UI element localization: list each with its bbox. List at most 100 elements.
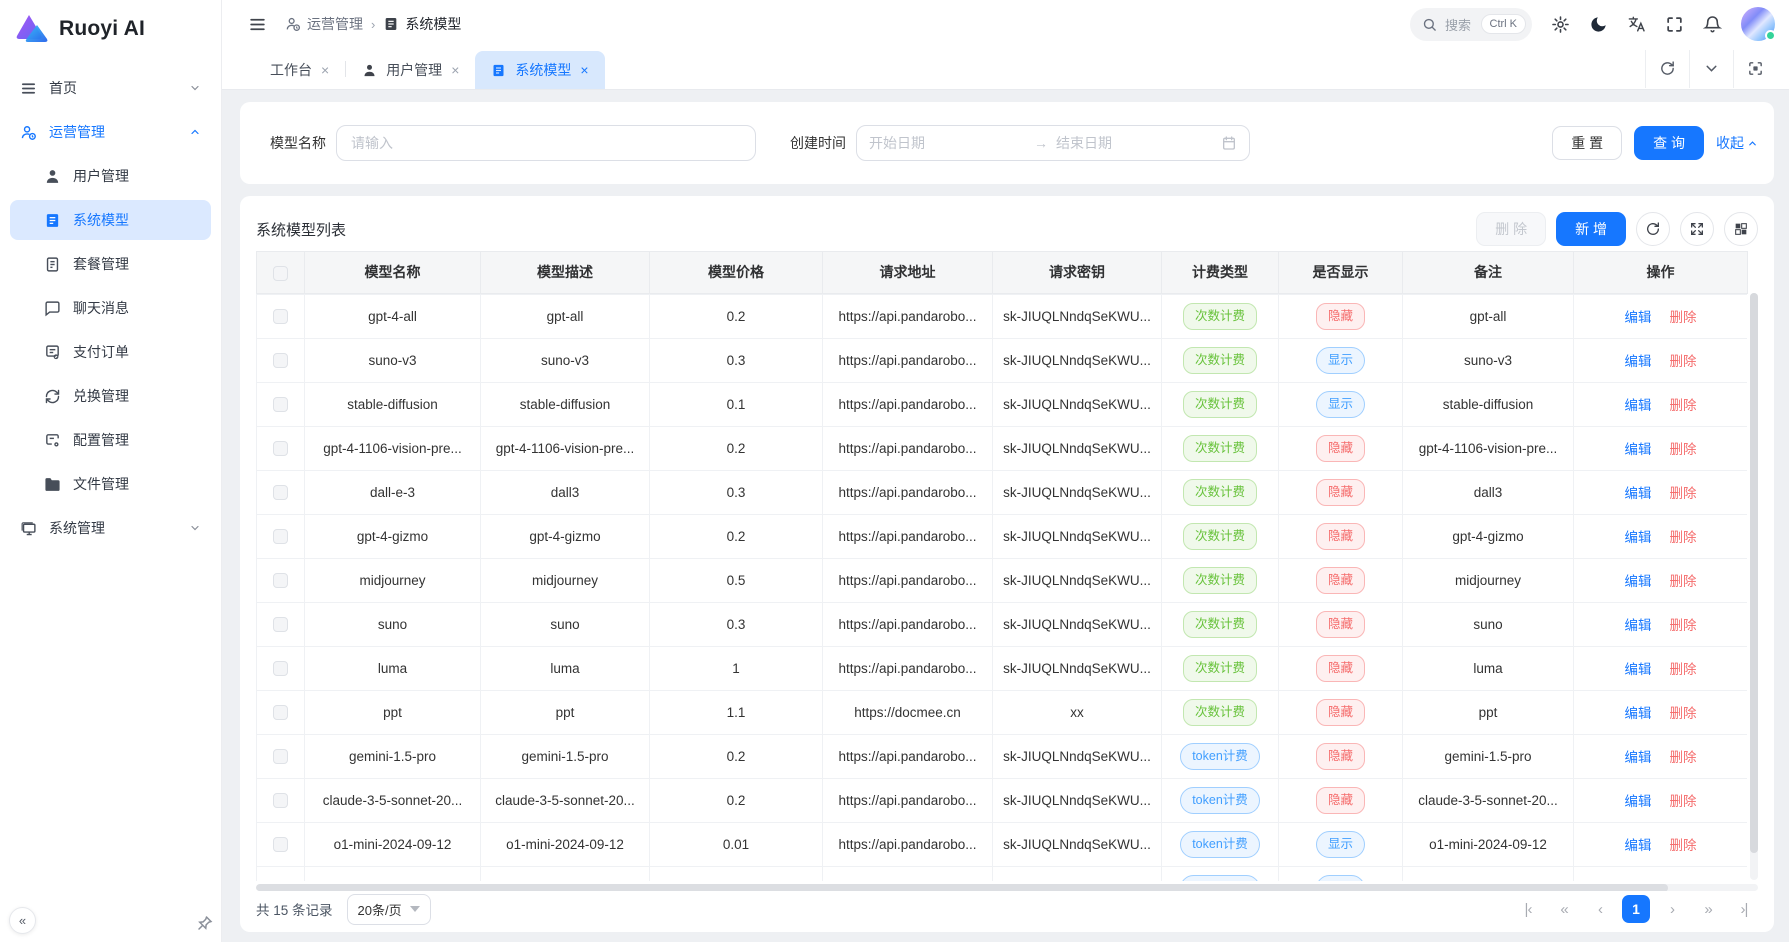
refresh-icon[interactable] — [1659, 60, 1676, 77]
vertical-scrollbar-thumb[interactable] — [1750, 293, 1758, 853]
delete-link[interactable]: 删除 — [1670, 750, 1697, 765]
delete-link[interactable]: 删除 — [1670, 794, 1697, 809]
sidebar-item-operations[interactable]: 运营管理 — [10, 112, 211, 152]
fast-next-button[interactable]: » — [1694, 895, 1722, 923]
delete-link[interactable]: 删除 — [1670, 662, 1697, 677]
close-icon[interactable]: × — [321, 63, 329, 77]
sidebar-item-file-management[interactable]: 文件管理 — [10, 464, 211, 504]
row-checkbox[interactable] — [273, 529, 288, 544]
row-checkbox[interactable] — [273, 397, 288, 412]
prev-page-button[interactable]: ‹ — [1586, 895, 1614, 923]
edit-link[interactable]: 编辑 — [1625, 310, 1652, 325]
collapse-sidebar-icon[interactable] — [248, 15, 267, 34]
global-search[interactable]: 搜索 Ctrl K — [1410, 8, 1532, 41]
model-name-input[interactable] — [336, 125, 756, 161]
row-checkbox[interactable] — [273, 485, 288, 500]
sidebar-item-system-model[interactable]: 系统模型 — [10, 200, 211, 240]
delete-link[interactable]: 删除 — [1670, 486, 1697, 501]
fast-prev-button[interactable]: « — [1550, 895, 1578, 923]
pin-icon[interactable] — [196, 914, 214, 932]
cell-billing-type: token计费 — [1162, 866, 1279, 881]
edit-link[interactable]: 编辑 — [1625, 530, 1652, 545]
row-checkbox[interactable] — [273, 309, 288, 324]
sidebar-item-home[interactable]: 首页 — [10, 68, 211, 108]
table-fullscreen-icon[interactable] — [1680, 212, 1714, 246]
sidebar-collapse-fab[interactable]: « — [9, 907, 36, 934]
page-size-select[interactable]: 20条/页 — [347, 894, 431, 925]
dark-mode-moon-icon[interactable] — [1589, 15, 1608, 34]
first-page-button[interactable]: |‹ — [1514, 895, 1542, 923]
add-button[interactable]: 新 增 — [1556, 212, 1626, 246]
breadcrumb-parent[interactable]: 运营管理 — [285, 14, 363, 34]
last-page-button[interactable]: ›| — [1730, 895, 1758, 923]
row-checkbox[interactable] — [273, 837, 288, 852]
tab-system-model[interactable]: 系统模型 × — [475, 51, 604, 89]
sidebar-item-config-management[interactable]: 配置管理 — [10, 420, 211, 460]
horizontal-scrollbar[interactable] — [256, 884, 1758, 891]
edit-link[interactable]: 编辑 — [1625, 706, 1652, 721]
horizontal-scrollbar-thumb[interactable] — [256, 884, 1668, 891]
batch-delete-button[interactable]: 删 除 — [1476, 212, 1546, 246]
delete-link[interactable]: 删除 — [1670, 442, 1697, 457]
sidebar-item-chat-messages[interactable]: 聊天消息 — [10, 288, 211, 328]
cell-model-desc: gemini-1.5-pro — [481, 734, 650, 778]
select-all-checkbox[interactable] — [273, 266, 288, 281]
sidebar-item-system-management[interactable]: 系统管理 — [10, 508, 211, 548]
row-checkbox[interactable] — [273, 749, 288, 764]
reset-button[interactable]: 重 置 — [1552, 126, 1622, 160]
edit-link[interactable]: 编辑 — [1625, 442, 1652, 457]
content-fullscreen-icon[interactable] — [1747, 60, 1764, 77]
delete-link[interactable]: 删除 — [1670, 398, 1697, 413]
cell-display-status: 隐藏 — [1279, 558, 1403, 602]
edit-link[interactable]: 编辑 — [1625, 398, 1652, 413]
row-checkbox[interactable] — [273, 353, 288, 368]
close-icon[interactable]: × — [580, 63, 588, 77]
tab-user-management[interactable]: 用户管理 × — [346, 51, 475, 89]
next-page-button[interactable]: › — [1658, 895, 1686, 923]
delete-link[interactable]: 删除 — [1670, 838, 1697, 853]
row-checkbox[interactable] — [273, 705, 288, 720]
fullscreen-icon[interactable] — [1665, 15, 1684, 34]
table-refresh-icon[interactable] — [1636, 212, 1670, 246]
row-checkbox[interactable] — [273, 793, 288, 808]
row-checkbox[interactable] — [273, 617, 288, 632]
sidebar-item-payment-orders[interactable]: 支付订单 — [10, 332, 211, 372]
delete-link[interactable]: 删除 — [1670, 310, 1697, 325]
edit-link[interactable]: 编辑 — [1625, 618, 1652, 633]
delete-link[interactable]: 删除 — [1670, 618, 1697, 633]
chevron-down-icon[interactable] — [1703, 60, 1720, 77]
language-translate-icon[interactable] — [1627, 15, 1646, 34]
row-checkbox[interactable] — [273, 661, 288, 676]
edit-link[interactable]: 编辑 — [1625, 354, 1652, 369]
chevron-up-icon — [189, 126, 201, 138]
query-button[interactable]: 查 询 — [1634, 126, 1704, 160]
row-checkbox[interactable] — [273, 441, 288, 456]
row-checkbox[interactable] — [273, 573, 288, 588]
edit-link[interactable]: 编辑 — [1625, 750, 1652, 765]
sidebar-item-user-management[interactable]: 用户管理 — [10, 156, 211, 196]
start-date-input[interactable] — [869, 135, 1026, 151]
edit-link[interactable]: 编辑 — [1625, 486, 1652, 501]
column-settings-icon[interactable] — [1724, 212, 1758, 246]
edit-link[interactable]: 编辑 — [1625, 838, 1652, 853]
date-range-picker[interactable]: → — [856, 125, 1250, 161]
end-date-input[interactable] — [1056, 135, 1213, 151]
sidebar-item-package-management[interactable]: 套餐管理 — [10, 244, 211, 284]
pager-controls: |‹ « ‹ 1 › » ›| — [1514, 895, 1758, 923]
current-page-button[interactable]: 1 — [1622, 895, 1650, 923]
delete-link[interactable]: 删除 — [1670, 354, 1697, 369]
delete-link[interactable]: 删除 — [1670, 706, 1697, 721]
vertical-scrollbar[interactable] — [1750, 293, 1758, 880]
delete-link[interactable]: 删除 — [1670, 530, 1697, 545]
close-icon[interactable]: × — [451, 63, 459, 77]
user-avatar[interactable] — [1741, 7, 1775, 41]
sidebar-item-exchange-management[interactable]: 兑换管理 — [10, 376, 211, 416]
edit-link[interactable]: 编辑 — [1625, 574, 1652, 589]
tab-workbench[interactable]: 工作台 × — [254, 51, 345, 89]
delete-link[interactable]: 删除 — [1670, 574, 1697, 589]
edit-link[interactable]: 编辑 — [1625, 794, 1652, 809]
settings-gear-icon[interactable] — [1551, 15, 1570, 34]
edit-link[interactable]: 编辑 — [1625, 662, 1652, 677]
notifications-bell-icon[interactable] — [1703, 15, 1722, 34]
collapse-filter-link[interactable]: 收起 — [1716, 133, 1758, 153]
